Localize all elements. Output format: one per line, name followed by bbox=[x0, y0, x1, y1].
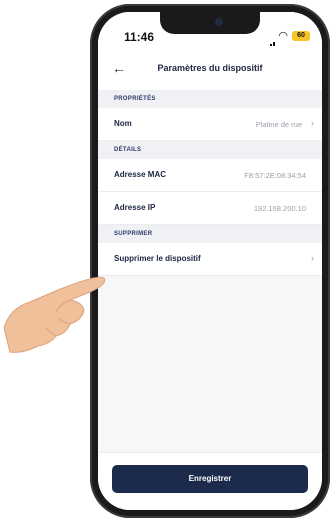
notch bbox=[160, 12, 260, 34]
row-delete-device[interactable]: Supprimer le dispositif › bbox=[98, 243, 322, 276]
row-value: Platine de rue bbox=[255, 120, 302, 129]
pointing-hand-icon bbox=[3, 276, 106, 353]
camera bbox=[215, 18, 223, 26]
section-label-details: DÉTAILS bbox=[98, 141, 322, 159]
row-name[interactable]: Nom Platine de rue › bbox=[98, 108, 322, 141]
battery-icon: 60 bbox=[292, 31, 310, 41]
app-header: ← Paramètres du dispositif bbox=[98, 46, 322, 90]
row-value: 192.168.200.10 bbox=[253, 204, 306, 213]
footer: Enregistrer bbox=[98, 452, 322, 510]
row-value: F8:57:2E:08:34:54 bbox=[244, 171, 306, 180]
status-time: 11:46 bbox=[124, 30, 155, 44]
row-label: Adresse MAC bbox=[114, 170, 167, 179]
page-title: Paramètres du dispositif bbox=[157, 63, 263, 73]
section-label-properties: PROPRIÉTÉS bbox=[98, 90, 322, 108]
screen: 11:46 ◠ 60 ← Paramètres du dispositif PR… bbox=[98, 12, 322, 510]
row-label: Adresse IP bbox=[114, 203, 156, 212]
section-label-delete: SUPPRIMER bbox=[98, 225, 322, 243]
save-button[interactable]: Enregistrer bbox=[112, 465, 308, 493]
chevron-right-icon: › bbox=[311, 118, 314, 128]
row-ip-address: Adresse IP 192.168.200.10 bbox=[98, 192, 322, 225]
chevron-right-icon: › bbox=[311, 253, 314, 263]
row-mac-address: Adresse MAC F8:57:2E:08:34:54 bbox=[98, 159, 322, 192]
row-label: Nom bbox=[114, 119, 132, 128]
row-label: Supprimer le dispositif bbox=[114, 254, 201, 263]
phone-frame: 11:46 ◠ 60 ← Paramètres du dispositif PR… bbox=[90, 4, 330, 518]
wifi-icon: ◠ bbox=[278, 30, 288, 42]
